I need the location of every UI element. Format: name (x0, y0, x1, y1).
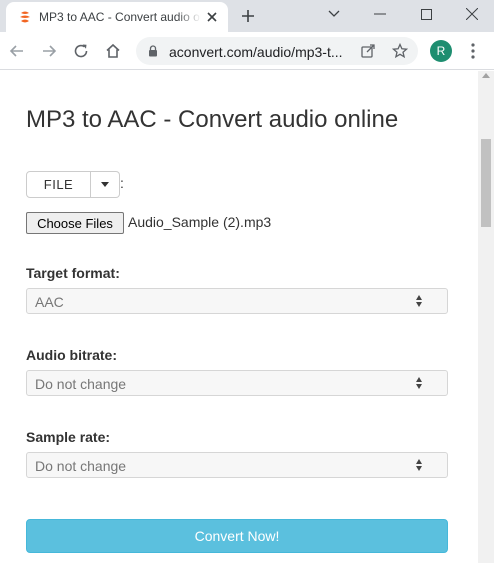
address-bar[interactable]: aconvert.com/audio/mp3-t... (136, 37, 418, 65)
reload-icon[interactable] (72, 42, 90, 60)
chevron-down-icon (328, 10, 340, 17)
maximize-icon (420, 8, 432, 20)
minimize-icon (374, 13, 386, 15)
file-source-dropdown-toggle[interactable] (91, 171, 120, 198)
sample-rate-value: Do not change (35, 458, 127, 474)
browser-toolbar: aconvert.com/audio/mp3-t... R (0, 32, 494, 70)
target-format-value: AAC (35, 294, 64, 310)
kebab-menu-icon[interactable] (465, 42, 481, 60)
lock-icon[interactable] (148, 45, 158, 57)
select-arrows-icon (416, 377, 424, 391)
maximize-button[interactable] (406, 0, 446, 28)
chosen-file-name: Audio_Sample (2).mp3 (128, 214, 272, 230)
file-source-group: FILE (26, 171, 120, 198)
scrollbar-thumb[interactable] (481, 139, 491, 227)
browser-tab[interactable]: MP3 to AAC - Convert audio online (6, 2, 228, 32)
avatar[interactable]: R (430, 40, 452, 62)
back-arrow-icon[interactable] (8, 42, 26, 60)
tab-strip: MP3 to AAC - Convert audio online (0, 0, 494, 32)
plus-icon[interactable] (240, 8, 256, 24)
file-source-button[interactable]: FILE (26, 171, 91, 198)
page-scrollbar[interactable] (478, 71, 494, 563)
home-icon[interactable] (104, 42, 122, 60)
share-icon[interactable] (360, 43, 376, 59)
audio-bitrate-label: Audio bitrate: (26, 347, 117, 363)
audio-bitrate-value: Do not change (35, 376, 127, 392)
close-icon (466, 8, 478, 20)
caret-down-icon (101, 182, 109, 187)
target-format-select[interactable]: AAC (26, 288, 448, 314)
tab-search-button[interactable] (314, 0, 354, 28)
url-text: aconvert.com/audio/mp3-t... (169, 44, 343, 60)
select-arrows-icon (416, 295, 424, 309)
close-icon[interactable] (205, 10, 219, 24)
minimize-button[interactable] (360, 0, 400, 28)
window-close-button[interactable] (452, 0, 492, 28)
forward-arrow-icon[interactable] (40, 42, 58, 60)
page-title: MP3 to AAC - Convert audio online (26, 106, 399, 133)
choose-files-button[interactable]: Choose Files (26, 212, 124, 234)
tab-title: MP3 to AAC - Convert audio online (39, 10, 201, 24)
scroll-up-arrow-icon[interactable] (482, 73, 490, 78)
select-arrows-icon (416, 459, 424, 473)
page-content: MP3 to AAC - Convert audio online FILE :… (0, 71, 478, 563)
app-favicon-icon (20, 11, 30, 23)
audio-bitrate-select[interactable]: Do not change (26, 370, 448, 396)
target-format-label: Target format: (26, 265, 120, 281)
star-icon[interactable] (392, 43, 408, 59)
sample-rate-label: Sample rate: (26, 429, 111, 445)
convert-now-button[interactable]: Convert Now! (26, 519, 448, 553)
file-source-colon: : (120, 175, 124, 191)
sample-rate-select[interactable]: Do not change (26, 452, 448, 478)
